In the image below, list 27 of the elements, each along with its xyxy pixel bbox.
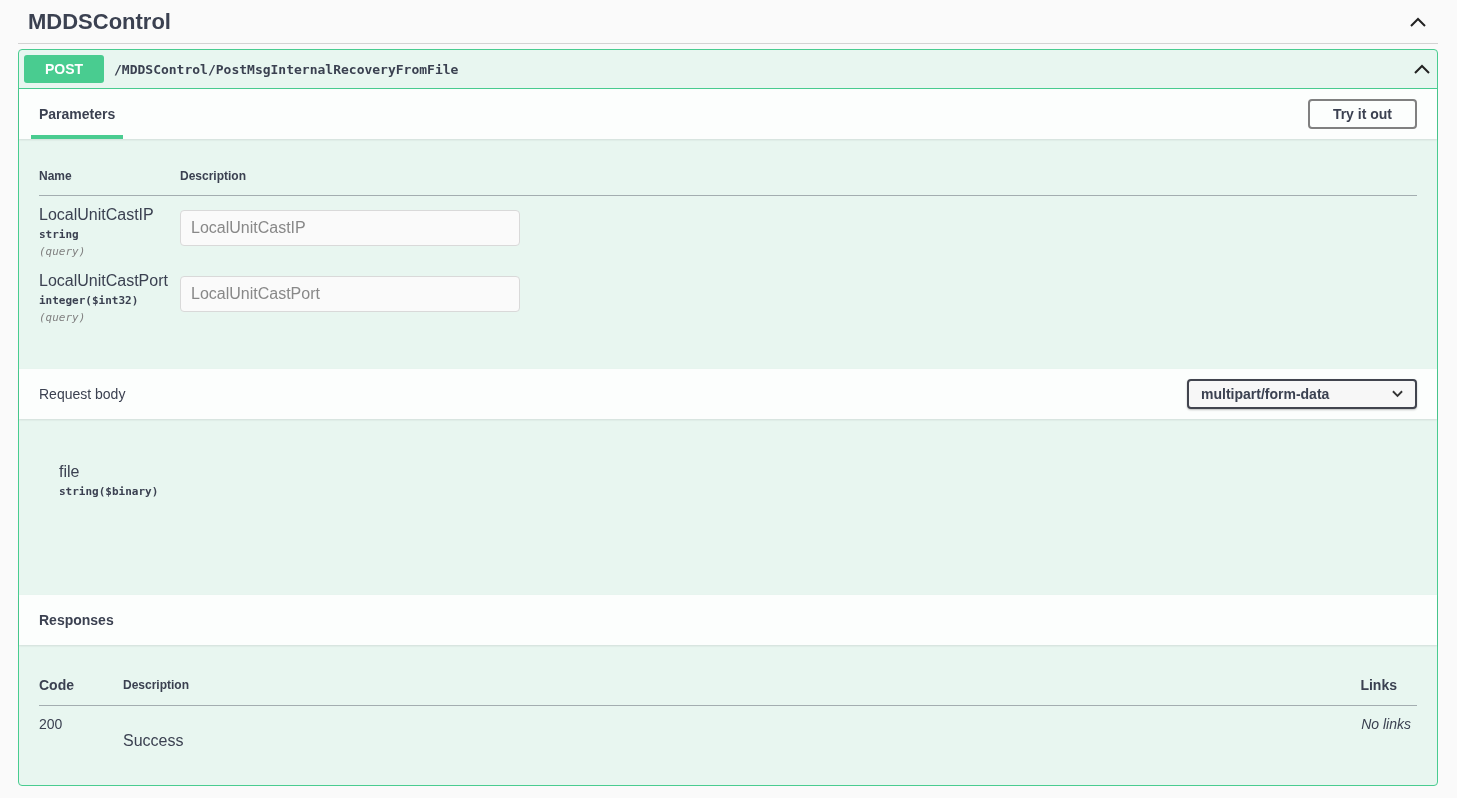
method-badge: POST [24, 55, 104, 83]
endpoint-path[interactable]: /MDDSControl/PostMsgInternalRecoveryFromFile [114, 61, 1412, 77]
try-it-out-button[interactable]: Try it out [1307, 99, 1417, 129]
caret-icon [1392, 390, 1403, 398]
tab[interactable]: Parameters [31, 93, 124, 139]
parameter-type: string [39, 228, 80, 241]
parameter-name: LocalUnitCastIP [39, 206, 155, 224]
parameter-type: integer($int32) [39, 294, 140, 307]
column-header: Description [123, 678, 190, 692]
parameter-location: (query) [39, 311, 87, 324]
section-title: Responses [39, 612, 114, 628]
parameter-name: LocalUnitCastPort [39, 272, 169, 290]
parameter-location: (query) [39, 245, 87, 258]
column-header: Code [39, 677, 75, 693]
column-header: Name [39, 169, 73, 183]
field-type: string($binary) [59, 485, 160, 498]
input-field[interactable]: LocalUnitCastIP [180, 210, 520, 246]
field-name: file [59, 463, 81, 481]
response-code: 200 [39, 716, 64, 734]
input-field[interactable]: LocalUnitCastPort [180, 276, 520, 312]
content-type-select[interactable]: multipart/form-data [1187, 379, 1417, 409]
section-title: MDDSControl [28, 8, 171, 35]
column-header: Links [1359, 677, 1398, 693]
response-description: Success [123, 732, 185, 750]
response-links: No links [1360, 716, 1412, 734]
section-label: Request body [39, 386, 126, 402]
column-header: Description [180, 169, 246, 183]
